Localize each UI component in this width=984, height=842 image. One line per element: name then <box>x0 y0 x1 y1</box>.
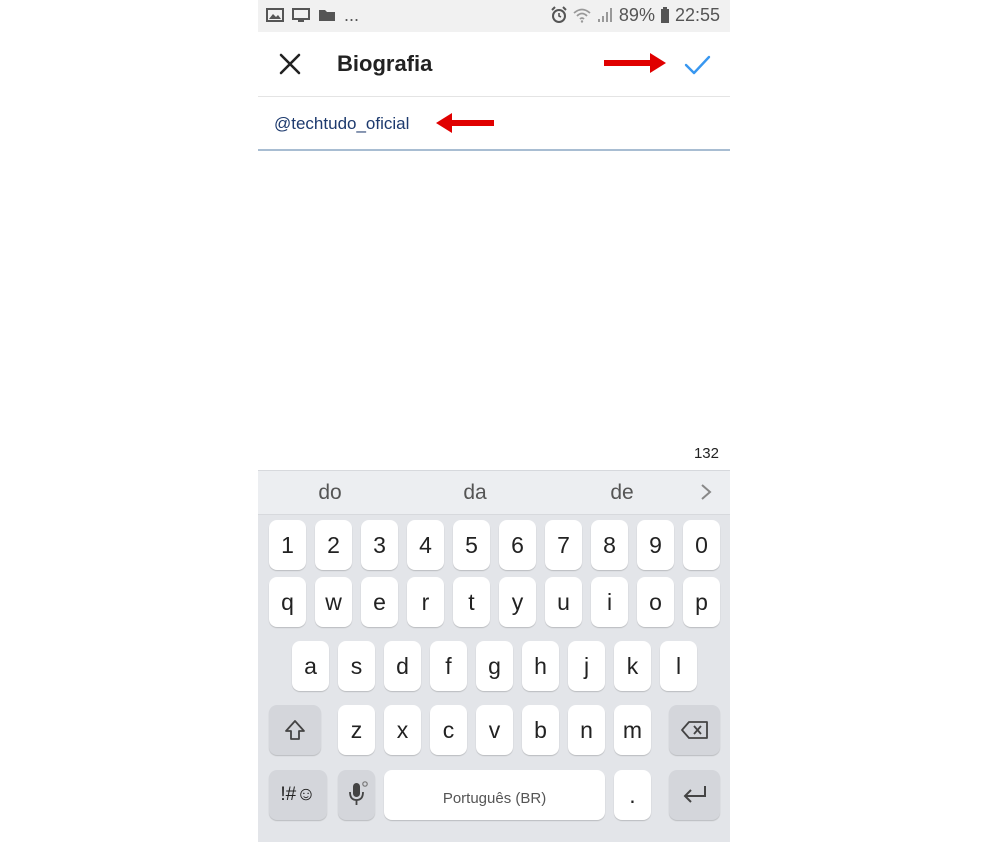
close-button[interactable] <box>274 48 306 80</box>
key-m[interactable]: m <box>614 705 651 755</box>
key-z[interactable]: z <box>338 705 375 755</box>
status-bar-right: 89% 22:55 <box>550 5 720 25</box>
key-d[interactable]: d <box>384 641 421 691</box>
phone-screen: ... 89% 22:55 Biografia @techtudo_oficia… <box>258 0 730 842</box>
space-key-label: Português (BR) <box>442 790 547 807</box>
enter-key[interactable] <box>669 770 720 820</box>
key-c[interactable]: c <box>430 705 467 755</box>
annotation-arrow-left <box>436 113 494 133</box>
shift-key[interactable] <box>269 705 321 755</box>
status-bar: ... 89% 22:55 <box>258 0 730 32</box>
key-e[interactable]: e <box>361 577 398 627</box>
key-w[interactable]: w <box>315 577 352 627</box>
key-i[interactable]: i <box>591 577 628 627</box>
annotation-arrow-right <box>604 53 666 73</box>
suggestion-bar: do da de <box>258 470 730 515</box>
backspace-icon <box>680 721 708 739</box>
voice-input-key[interactable] <box>338 770 375 820</box>
screen-icon <box>292 6 310 24</box>
key-6[interactable]: 6 <box>499 520 536 570</box>
confirm-button[interactable] <box>680 48 714 82</box>
key-n[interactable]: n <box>568 705 605 755</box>
key-1[interactable]: 1 <box>269 520 306 570</box>
key-b[interactable]: b <box>522 705 559 755</box>
battery-icon <box>660 6 670 24</box>
key-2[interactable]: 2 <box>315 520 352 570</box>
key-8[interactable]: 8 <box>591 520 628 570</box>
key-5[interactable]: 5 <box>453 520 490 570</box>
key-4[interactable]: 4 <box>407 520 444 570</box>
keyboard: do da de 1 2 3 4 5 6 7 8 9 0 q w e r t y… <box>258 470 730 842</box>
key-o[interactable]: o <box>637 577 674 627</box>
key-p[interactable]: p <box>683 577 720 627</box>
key-9[interactable]: 9 <box>637 520 674 570</box>
key-x[interactable]: x <box>384 705 421 755</box>
suggestion-item[interactable]: da <box>435 481 515 505</box>
key-k[interactable]: k <box>614 641 651 691</box>
key-3[interactable]: 3 <box>361 520 398 570</box>
space-key[interactable]: Português (BR) <box>384 770 605 820</box>
close-icon <box>279 53 301 75</box>
key-t[interactable]: t <box>453 577 490 627</box>
key-a[interactable]: a <box>292 641 329 691</box>
period-key[interactable]: . <box>614 770 651 820</box>
key-0[interactable]: 0 <box>683 520 720 570</box>
key-v[interactable]: v <box>476 705 513 755</box>
key-u[interactable]: u <box>545 577 582 627</box>
key-f[interactable]: f <box>430 641 467 691</box>
key-q[interactable]: q <box>269 577 306 627</box>
key-g[interactable]: g <box>476 641 513 691</box>
wifi-icon <box>573 6 591 24</box>
enter-icon <box>683 786 706 803</box>
page-title: Biografia <box>337 51 433 76</box>
clock: 22:55 <box>674 5 720 25</box>
key-j[interactable]: j <box>568 641 605 691</box>
suggestion-item[interactable]: do <box>290 481 370 505</box>
signal-icon <box>596 6 614 24</box>
bio-input[interactable]: @techtudo_oficial <box>258 97 730 151</box>
symbols-key[interactable]: !#☺ <box>269 770 327 820</box>
suggestion-item[interactable]: de <box>582 481 662 505</box>
folder-icon <box>318 6 336 24</box>
status-bar-left: ... <box>266 5 359 25</box>
check-icon <box>684 55 711 75</box>
status-more: ... <box>344 5 360 25</box>
key-7[interactable]: 7 <box>545 520 582 570</box>
bio-input-value: @techtudo_oficial <box>274 114 410 133</box>
edit-bio-header: Biografia <box>258 32 730 97</box>
key-h[interactable]: h <box>522 641 559 691</box>
backspace-key[interactable] <box>669 705 720 755</box>
key-y[interactable]: y <box>499 577 536 627</box>
microphone-icon <box>348 781 368 805</box>
key-s[interactable]: s <box>338 641 375 691</box>
shift-icon <box>285 720 305 740</box>
battery-percent: 89% <box>618 5 655 25</box>
key-r[interactable]: r <box>407 577 444 627</box>
chevron-right-icon[interactable] <box>698 482 714 502</box>
key-l[interactable]: l <box>660 641 697 691</box>
alarm-icon <box>550 6 568 24</box>
image-icon <box>266 6 284 24</box>
character-counter: 132 <box>693 445 719 462</box>
